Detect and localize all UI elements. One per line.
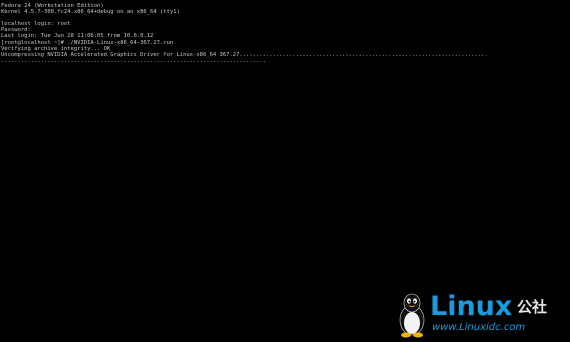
console-line-progress-dots: ........................................… — [1, 57, 266, 64]
tux-penguin-icon — [399, 293, 425, 338]
console-output: Fedora 24 (Workstation Edition) Kernel 4… — [1, 3, 569, 64]
watermark-suffix: 公社 — [517, 298, 548, 316]
tty-console[interactable]: Fedora 24 (Workstation Edition) Kernel 4… — [0, 0, 570, 342]
watermark-url: www.Linuxidc.com — [432, 322, 526, 333]
watermark-logo-text: Linux — [430, 291, 513, 322]
console-line-uncompress: Uncompressing NVIDIA Accelerated Graphic… — [1, 51, 488, 58]
linuxidc-watermark: Linux 公社 www.Linuxidc.com — [396, 292, 568, 340]
